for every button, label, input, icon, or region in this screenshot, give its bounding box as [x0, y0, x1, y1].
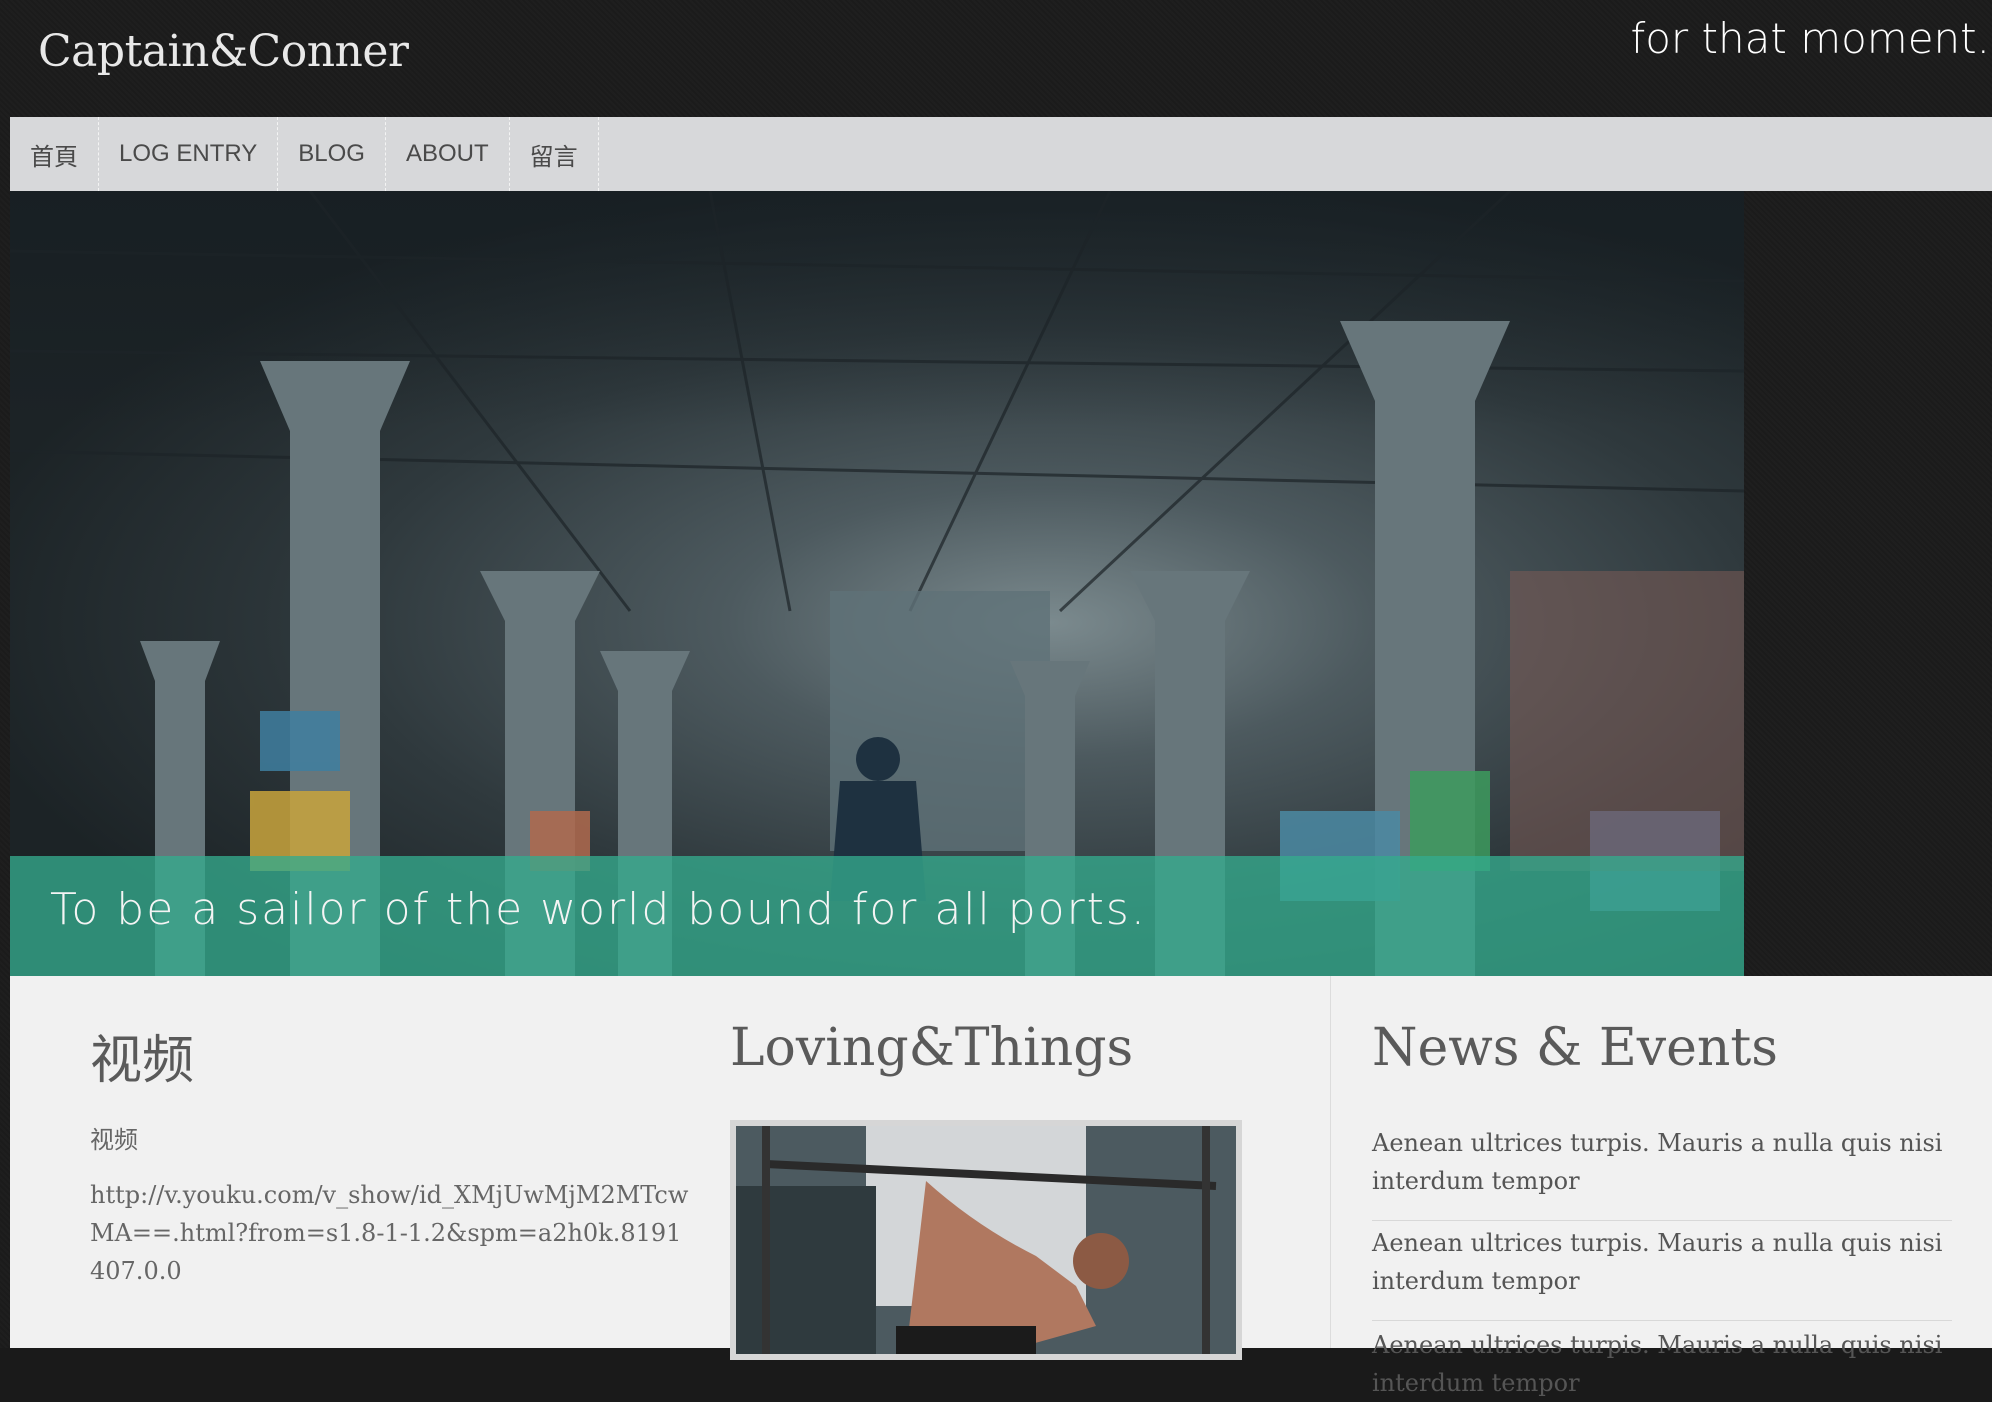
news-section-title: News & Events	[1372, 1018, 1778, 1078]
main-nav: 首頁 LOG ENTRY BLOG ABOUT 留言	[10, 117, 1992, 191]
news-item[interactable]: Aenean ultrices turpis. Mauris a nulla q…	[1372, 1224, 1952, 1300]
site-tagline: for that moment.	[1630, 14, 1990, 63]
pullup-photo-art	[736, 1126, 1236, 1354]
hero-caption: To be a sailor of the world bound for al…	[50, 884, 1147, 935]
hero-banner: To be a sailor of the world bound for al…	[10, 191, 1744, 976]
loving-section-title: Loving&Things	[730, 1018, 1134, 1078]
news-divider	[1372, 1320, 1952, 1321]
nav-item-about[interactable]: ABOUT	[386, 117, 510, 191]
news-item[interactable]: Aenean ultrices turpis. Mauris a nulla q…	[1372, 1326, 1952, 1402]
site-header: Captain&Conner for that moment.	[0, 0, 1992, 117]
nav-item-blog[interactable]: BLOG	[278, 117, 386, 191]
hero-caption-bar: To be a sailor of the world bound for al…	[10, 856, 1744, 976]
news-item[interactable]: Aenean ultrices turpis. Mauris a nulla q…	[1372, 1124, 1952, 1200]
site-logo[interactable]: Captain&Conner	[38, 26, 409, 77]
video-label: 视频	[90, 1126, 138, 1154]
nav-item-home[interactable]: 首頁	[10, 117, 99, 191]
column-divider	[1330, 976, 1331, 1348]
loving-photo	[736, 1126, 1236, 1354]
nav-item-guestbook[interactable]: 留言	[510, 117, 599, 191]
content-area: 视频 视频 http://v.youku.com/v_show/id_XMjUw…	[10, 976, 1992, 1397]
loving-photo-frame[interactable]	[730, 1120, 1242, 1360]
news-divider	[1372, 1220, 1952, 1221]
nav-item-log-entry[interactable]: LOG ENTRY	[99, 117, 279, 191]
video-section-title: 视频	[90, 1031, 195, 1091]
video-link[interactable]: http://v.youku.com/v_show/id_XMjUwMjM2MT…	[90, 1176, 690, 1290]
